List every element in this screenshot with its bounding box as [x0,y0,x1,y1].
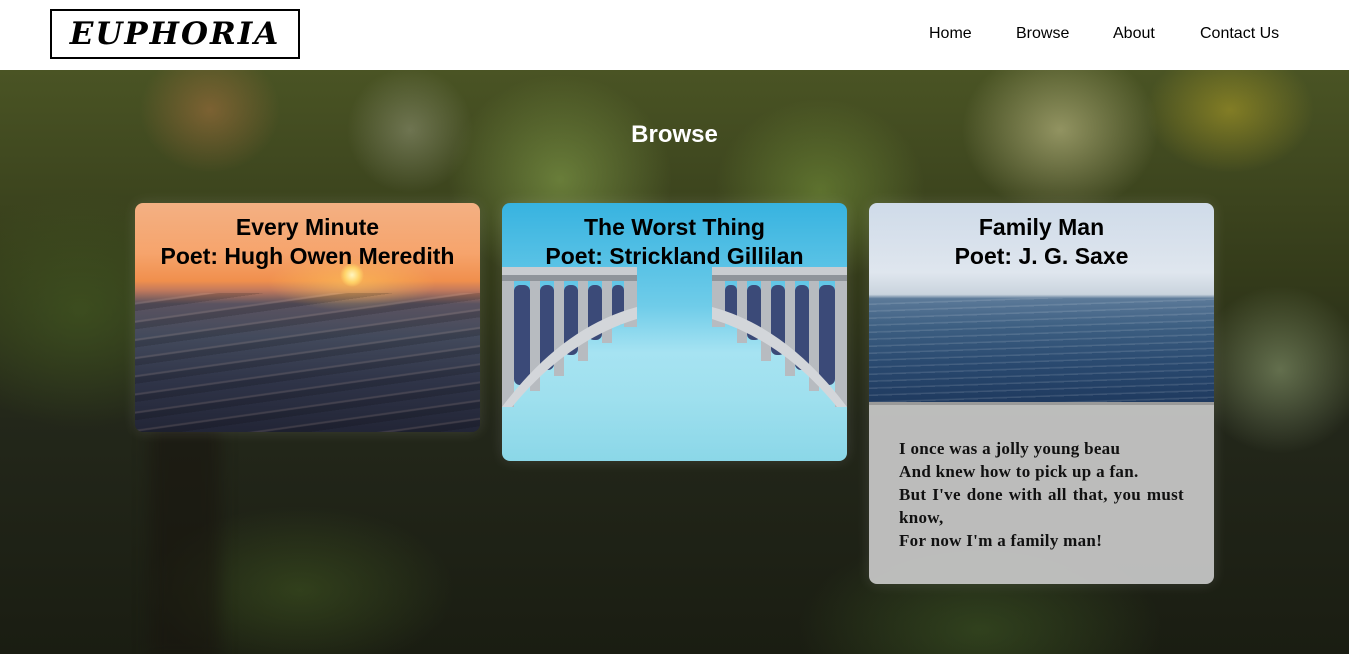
page-title: Browse [631,121,718,148]
card-title: Family Man Poet: J. G. Saxe [869,213,1214,271]
site-header: EUPHORIA Home Browse About Contact Us [0,0,1349,70]
bridge-right-icon [712,267,847,407]
poem-title: The Worst Thing [583,214,765,240]
poem-title: Family Man [978,214,1105,240]
poem-card-family-man[interactable]: Family Man Poet: J. G. Saxe I once was a… [869,203,1214,584]
nav-browse-link[interactable]: Browse [1016,24,1069,44]
poem-card-worst-thing[interactable]: The Worst Thing Poet: Strickland Gillila… [502,203,847,461]
poem-title: Every Minute [235,214,380,240]
nav-contact-link[interactable]: Contact Us [1200,24,1279,44]
poem-card-every-minute[interactable]: Every Minute Poet: Hugh Owen Meredith [135,203,480,432]
poem-line: But I've done with all that, you must kn… [899,485,1184,527]
card-image-bridge: The Worst Thing Poet: Strickland Gillila… [502,203,847,461]
site-logo[interactable]: EUPHORIA [50,9,300,59]
poem-poet: Poet: Strickland Gillilan [545,243,804,269]
nav-about-link[interactable]: About [1113,24,1155,44]
nav-home-link[interactable]: Home [929,24,972,44]
card-title: Every Minute Poet: Hugh Owen Meredith [135,213,480,271]
poem-text: I once was a jolly young beau And knew h… [869,402,1214,584]
bridge-left-icon [502,267,637,407]
poem-line: I once was a jolly young beau [899,439,1121,458]
poem-poet: Poet: J. G. Saxe [954,243,1129,269]
poem-line: For now I'm a family man! [899,531,1103,550]
card-image-sunset: Every Minute Poet: Hugh Owen Meredith [135,203,480,432]
poem-line: And knew how to pick up a fan. [899,462,1139,481]
card-title: The Worst Thing Poet: Strickland Gillila… [502,213,847,271]
poem-poet: Poet: Hugh Owen Meredith [160,243,455,269]
card-image-ocean: Family Man Poet: J. G. Saxe [869,203,1214,402]
